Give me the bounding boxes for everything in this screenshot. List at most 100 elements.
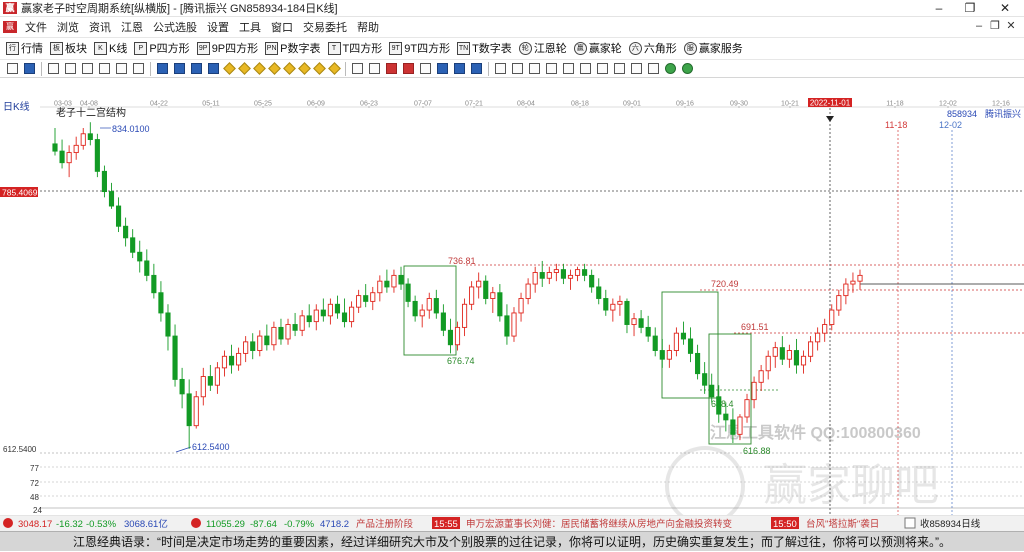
hand-icon[interactable] bbox=[352, 63, 363, 74]
candle-down[interactable] bbox=[94, 139, 100, 172]
candle-down[interactable] bbox=[207, 376, 213, 386]
candle-up[interactable] bbox=[758, 370, 764, 383]
diamond-icon[interactable] bbox=[283, 62, 296, 75]
chart-area[interactable]: 03-03 04-08 04-22 05-11 05-25 06-09 06-23 07-07… bbox=[0, 98, 1024, 516]
zoom-icon[interactable] bbox=[24, 63, 35, 74]
menu-help[interactable]: 帮助 bbox=[352, 19, 384, 35]
diamond-icon[interactable] bbox=[253, 62, 266, 75]
candle-up[interactable] bbox=[786, 350, 792, 360]
candle-up[interactable] bbox=[666, 350, 672, 360]
toolbar-gann-wheel-button[interactable]: 轮江恩轮 bbox=[518, 40, 567, 56]
candle-down[interactable] bbox=[624, 300, 630, 325]
square-icon[interactable] bbox=[597, 63, 608, 74]
line-icon[interactable] bbox=[386, 63, 397, 74]
menu-trade[interactable]: 交易委托 bbox=[298, 19, 352, 35]
candle-down[interactable] bbox=[158, 292, 164, 314]
toolbar-service-button[interactable]: 服赢家服务 bbox=[683, 40, 743, 56]
candle-up[interactable] bbox=[744, 399, 750, 418]
candle-down[interactable] bbox=[123, 225, 129, 239]
grid-icon[interactable] bbox=[471, 63, 482, 74]
menu-info[interactable]: 资讯 bbox=[84, 19, 116, 35]
candle-down[interactable] bbox=[680, 332, 687, 340]
square-icon[interactable] bbox=[65, 63, 76, 74]
arrow-icon[interactable] bbox=[174, 63, 185, 74]
candle-down[interactable] bbox=[504, 315, 510, 337]
square-icon[interactable] bbox=[614, 63, 625, 74]
text-icon[interactable] bbox=[420, 63, 431, 74]
candle-up[interactable] bbox=[546, 272, 552, 279]
candle-up[interactable] bbox=[808, 341, 814, 357]
square-icon[interactable] bbox=[99, 63, 110, 74]
candle-down[interactable] bbox=[179, 378, 185, 395]
toolbar-kline-button[interactable]: K K线 bbox=[94, 40, 127, 56]
toolbar-winner-wheel-button[interactable]: 赢赢家轮 bbox=[573, 40, 622, 56]
candle-up[interactable] bbox=[426, 298, 432, 311]
candle-down[interactable] bbox=[320, 309, 326, 317]
candle-down[interactable] bbox=[638, 318, 644, 328]
candle-up[interactable] bbox=[553, 269, 559, 273]
candle-up[interactable] bbox=[673, 332, 679, 351]
candle-down[interactable] bbox=[582, 269, 588, 276]
circle-icon[interactable] bbox=[682, 63, 693, 74]
square-icon[interactable] bbox=[580, 63, 591, 74]
candle-up[interactable] bbox=[80, 133, 86, 146]
child-restore-button[interactable]: ❐ bbox=[988, 20, 1002, 34]
candle-up[interactable] bbox=[617, 300, 623, 305]
candle-up[interactable] bbox=[567, 274, 574, 279]
candle-down[interactable] bbox=[306, 315, 312, 323]
diamond-icon[interactable] bbox=[313, 62, 326, 75]
candle-down[interactable] bbox=[115, 205, 122, 227]
candle-down[interactable] bbox=[603, 298, 609, 311]
kline-chart[interactable]: 03-03 04-08 04-22 05-11 05-25 06-09 06-23 07-07… bbox=[0, 98, 1024, 516]
candle-down[interactable] bbox=[539, 272, 545, 279]
candle-down[interactable] bbox=[652, 335, 658, 351]
candle-up[interactable] bbox=[518, 298, 524, 314]
candle-up[interactable] bbox=[822, 324, 828, 334]
menu-settings[interactable]: 设置 bbox=[202, 19, 234, 35]
menu-file[interactable]: 文件 bbox=[20, 19, 52, 35]
candle-down[interactable] bbox=[716, 396, 722, 415]
draw-icon[interactable] bbox=[403, 63, 414, 74]
candle-down[interactable] bbox=[730, 419, 736, 435]
candle-up[interactable] bbox=[454, 326, 461, 346]
toolbar-quotes-button[interactable]: 行行情 bbox=[6, 40, 43, 56]
candle-down[interactable] bbox=[363, 295, 369, 302]
candle-down[interactable] bbox=[447, 329, 454, 346]
square-icon[interactable] bbox=[512, 63, 523, 74]
square-icon[interactable] bbox=[116, 63, 127, 74]
candle-up[interactable] bbox=[476, 280, 482, 288]
candle-up[interactable] bbox=[610, 303, 616, 311]
candle-up[interactable] bbox=[631, 318, 637, 325]
diamond-icon[interactable] bbox=[268, 62, 281, 75]
candle-up[interactable] bbox=[857, 274, 863, 282]
candle-down[interactable] bbox=[659, 350, 665, 360]
candle-up[interactable] bbox=[419, 309, 425, 317]
candle-down[interactable] bbox=[59, 150, 65, 164]
candle-down[interactable] bbox=[702, 373, 708, 386]
candle-down[interactable] bbox=[723, 413, 729, 421]
candle-down[interactable] bbox=[793, 350, 800, 366]
candle-up[interactable] bbox=[525, 283, 531, 299]
menu-window[interactable]: 窗口 bbox=[266, 19, 298, 35]
candle-down[interactable] bbox=[52, 143, 58, 152]
menu-gann[interactable]: 江恩 bbox=[116, 19, 148, 35]
candle-up[interactable] bbox=[214, 367, 220, 386]
candle-down[interactable] bbox=[483, 280, 489, 299]
candle-up[interactable] bbox=[737, 416, 743, 435]
candle-down[interactable] bbox=[101, 170, 107, 193]
grid-icon[interactable] bbox=[454, 63, 465, 74]
candle-up[interactable] bbox=[511, 312, 517, 337]
candle-up[interactable] bbox=[327, 303, 333, 317]
select-icon[interactable] bbox=[7, 63, 18, 74]
diamond-icon[interactable] bbox=[298, 62, 311, 75]
menu-tools[interactable]: 工具 bbox=[234, 19, 266, 35]
maximize-button[interactable]: ❐ bbox=[955, 0, 985, 17]
candle-up[interactable] bbox=[490, 292, 496, 299]
toolbar-p-number-button[interactable]: PN P数字表 bbox=[265, 40, 321, 56]
square-icon[interactable] bbox=[82, 63, 93, 74]
candle-down[interactable] bbox=[560, 269, 566, 279]
arrow-icon[interactable] bbox=[191, 63, 202, 74]
candle-up[interactable] bbox=[370, 292, 376, 302]
menu-formula[interactable]: 公式选股 bbox=[148, 19, 202, 35]
candle-up[interactable] bbox=[285, 324, 291, 340]
